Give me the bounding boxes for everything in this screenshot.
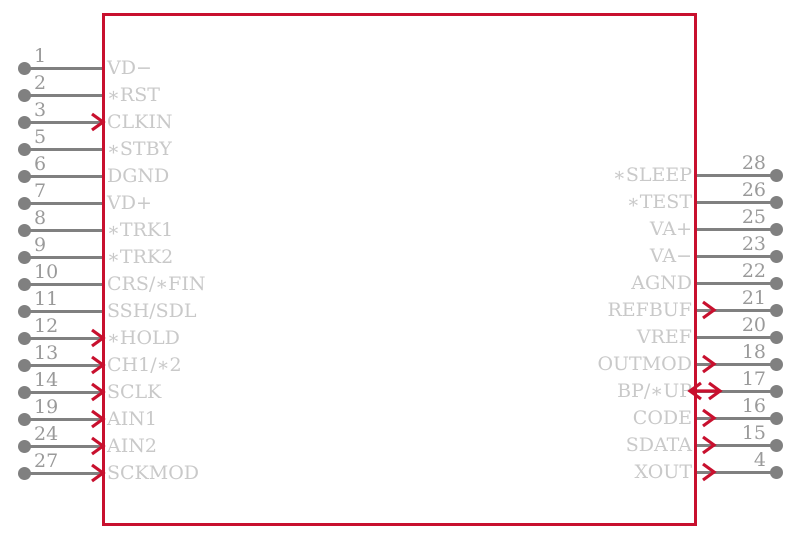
pin-number: 5 <box>34 126 47 148</box>
pin-label: ∗STBY <box>107 138 172 160</box>
pin-label: XOUT <box>634 461 692 483</box>
pin-label: VD− <box>107 57 152 79</box>
pin-label: CH1/∗2 <box>107 354 182 376</box>
pin-number: 3 <box>34 99 47 121</box>
pin-label: OUTMOD <box>597 353 692 375</box>
pin-label: SSH/SDL <box>107 300 197 322</box>
pin-label: VREF <box>636 326 692 348</box>
pin-number: 6 <box>34 153 47 175</box>
pin-label: BP/∗UP <box>617 380 692 402</box>
pin-number: 14 <box>34 369 59 391</box>
pin-label: REFBUF <box>607 299 692 321</box>
pin-number: 11 <box>34 288 59 310</box>
pin-number: 12 <box>34 315 59 337</box>
pin-number: 9 <box>34 234 47 256</box>
pin-number: 13 <box>34 342 59 364</box>
schematic-symbol: 1 VD− 2 ∗RST 3 CLKIN 5 ∗STBY 6 DGND 7 VD+ 8 ∗TRK1 9 ∗TR… <box>0 0 800 539</box>
pin-label: ∗TEST <box>626 191 692 213</box>
pin-number: 19 <box>34 396 59 418</box>
pin-label: ∗TRK2 <box>107 246 174 268</box>
pin-direction-arrow-out <box>702 462 717 482</box>
pin-direction-arrow-in <box>91 382 106 402</box>
pin-label: AGND <box>631 272 692 294</box>
pin-label: AIN2 <box>107 435 157 457</box>
pin-label: ∗HOLD <box>107 327 180 349</box>
pin-label: SCLK <box>107 381 162 403</box>
pin-number: 24 <box>34 423 59 445</box>
pin-direction-arrow-in <box>91 328 106 348</box>
pin-label: CRS/∗FIN <box>107 273 206 295</box>
pin-label: SCKMOD <box>107 462 200 484</box>
pin-direction-arrow-in <box>91 409 106 429</box>
pin-number: 10 <box>34 261 59 283</box>
pin-number: 2 <box>34 72 47 94</box>
pin-number: 8 <box>34 207 47 229</box>
pin-label: ∗TRK1 <box>107 219 174 241</box>
pin-direction-arrow-in <box>91 355 106 375</box>
pin-label: DGND <box>107 165 170 187</box>
pin-direction-arrow-in <box>91 463 106 483</box>
pin-direction-arrow-in <box>91 436 106 456</box>
pin-number: 7 <box>34 180 47 202</box>
pin-label: ∗RST <box>107 84 160 106</box>
pin-label: CLKIN <box>107 111 173 133</box>
pin-number: 1 <box>34 45 47 67</box>
pin-label: SDATA <box>625 434 692 456</box>
pin-label: VA− <box>649 245 692 267</box>
pin-label: VD+ <box>107 192 152 214</box>
pin-label: VA+ <box>649 218 692 240</box>
pin-label: ∗SLEEP <box>612 164 692 186</box>
pin-label: AIN1 <box>107 408 157 430</box>
pin-direction-arrow-in <box>91 112 106 132</box>
pin-number: 27 <box>34 450 59 472</box>
pin-label: CODE <box>632 407 692 429</box>
